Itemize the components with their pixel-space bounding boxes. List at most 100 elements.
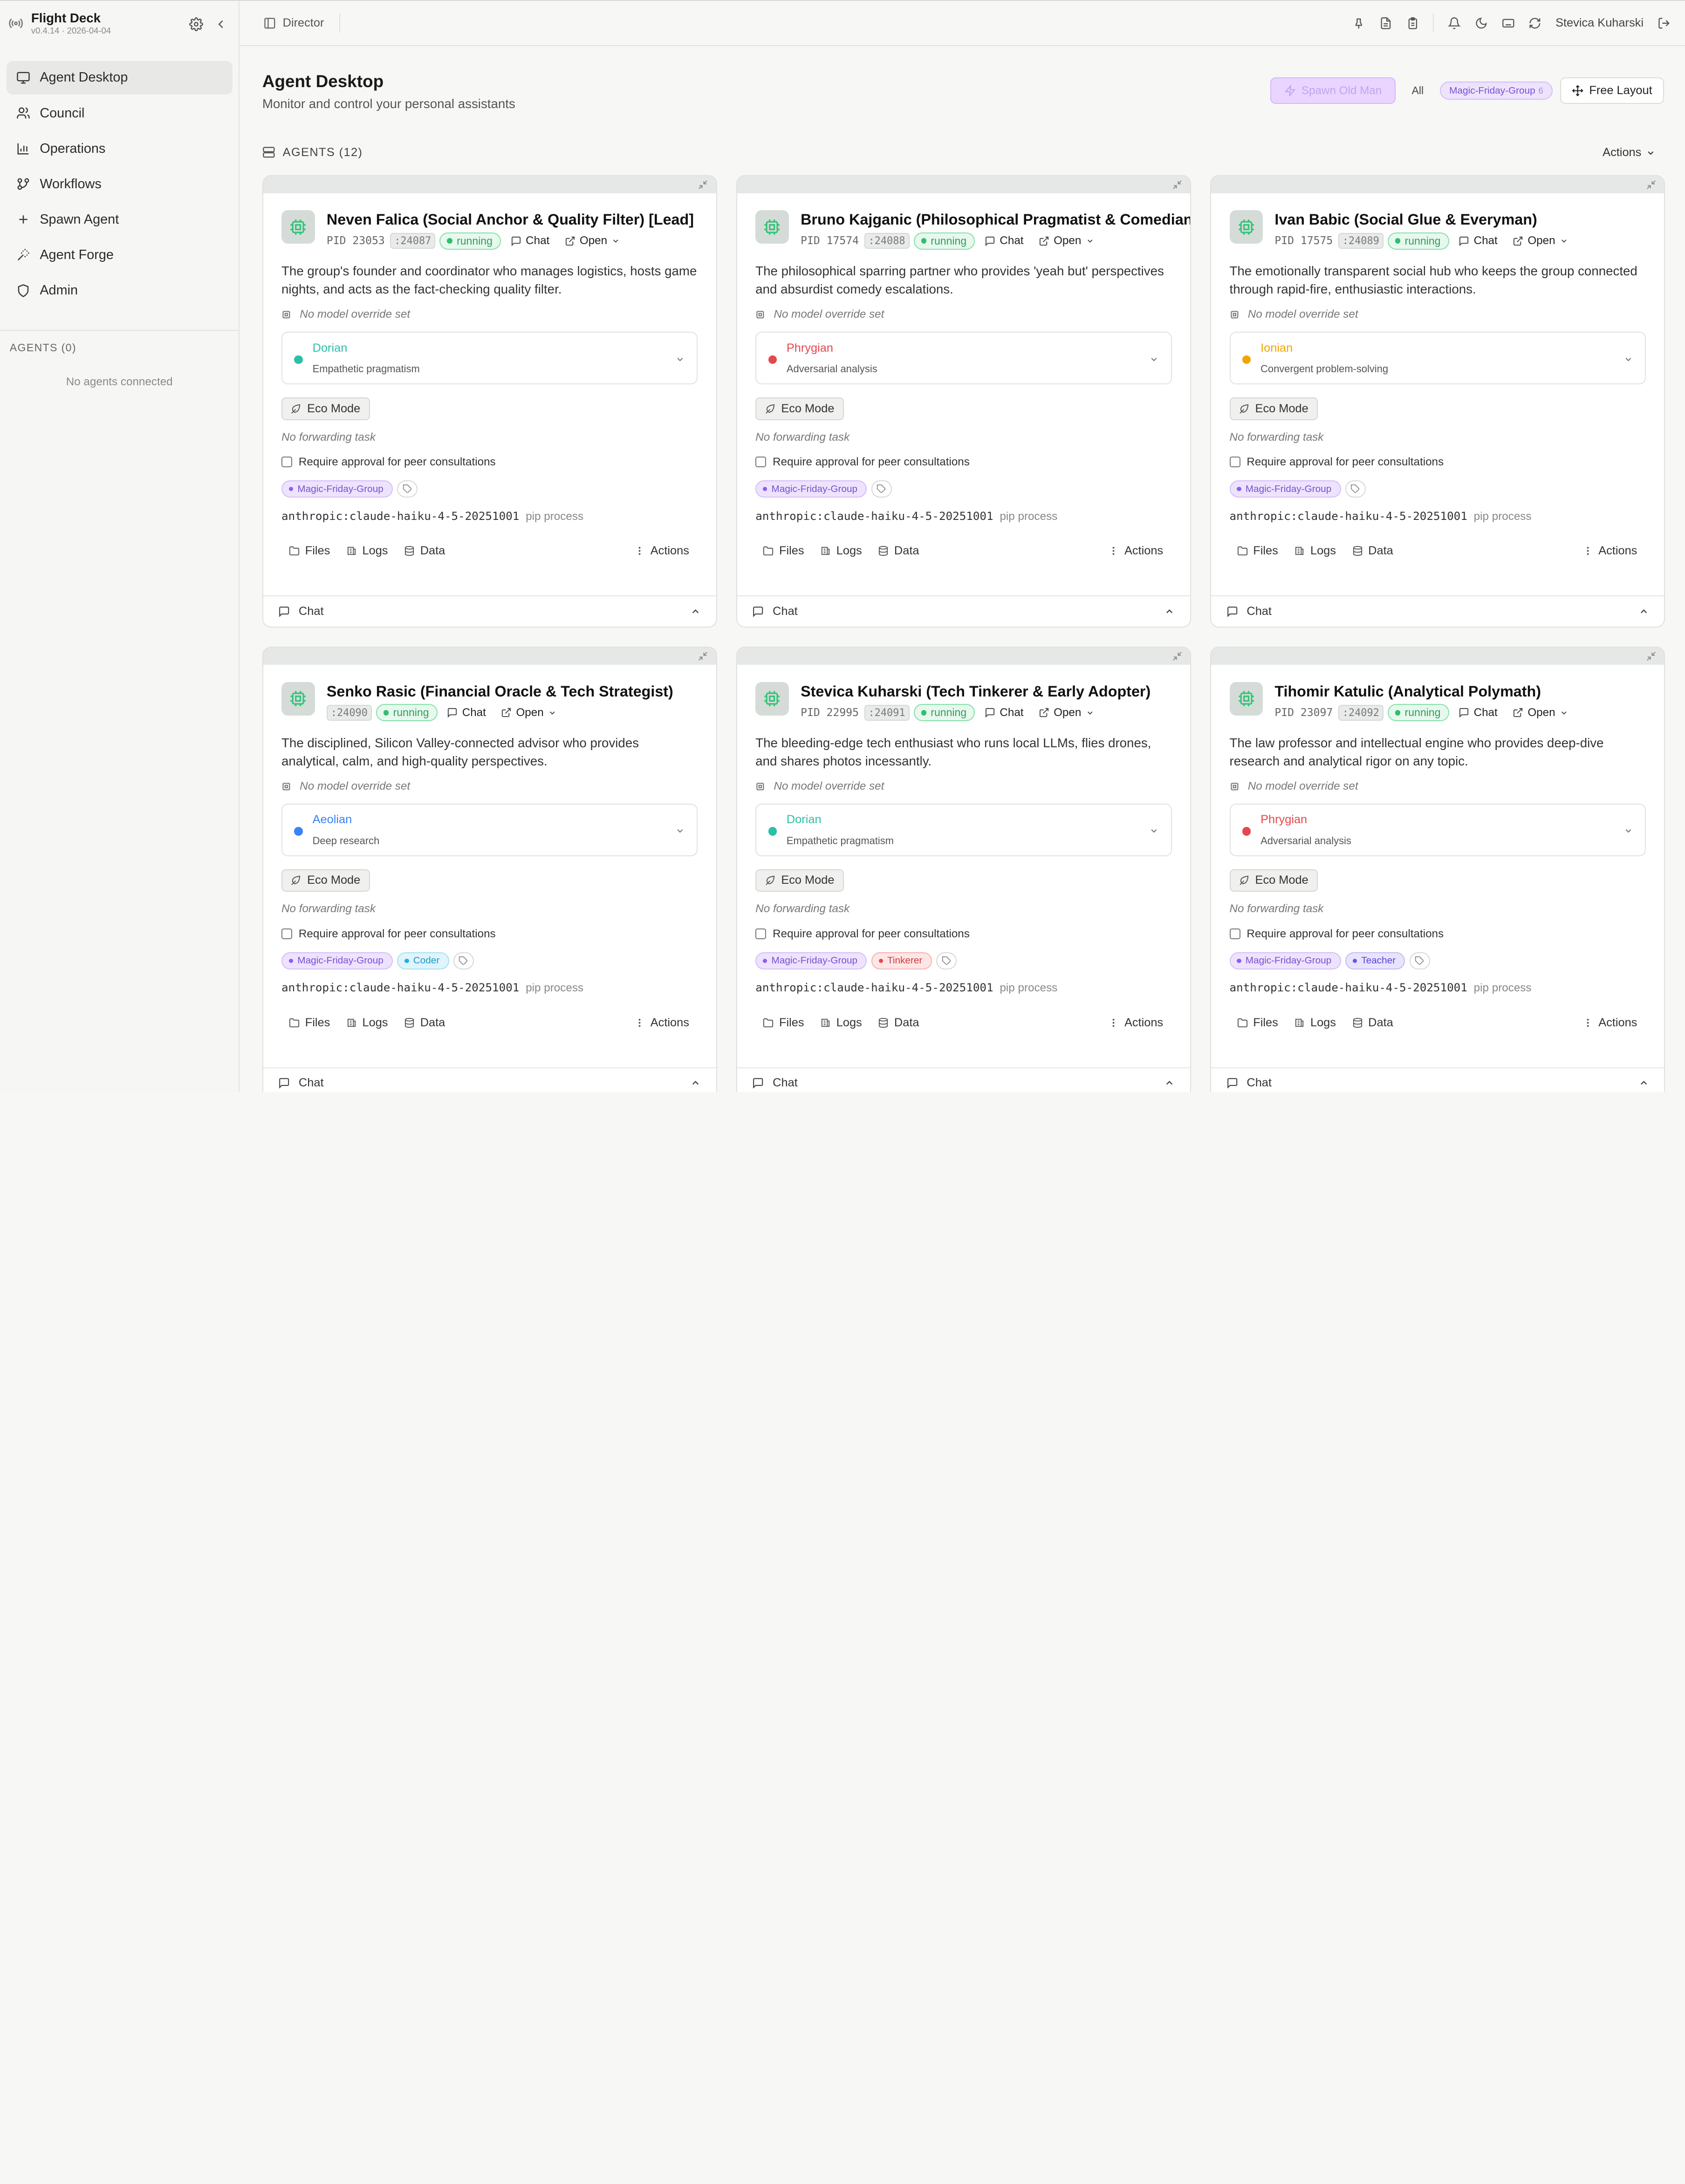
eco-mode-button[interactable]: Eco Mode [281, 869, 370, 892]
chat-panel-toggle[interactable]: Chat [1211, 595, 1664, 627]
data-button[interactable]: Data [1352, 1016, 1393, 1030]
chat-button[interactable]: Chat [511, 234, 549, 247]
mode-select[interactable]: Dorian Empathetic pragmatism [755, 804, 1172, 857]
gear-icon[interactable] [189, 17, 204, 31]
checkbox[interactable] [281, 928, 293, 940]
approval-checkbox[interactable]: Require approval for peer consultations [1229, 456, 1646, 469]
logs-button[interactable]: Logs [346, 544, 388, 558]
minimize-icon[interactable] [698, 179, 708, 190]
eco-mode-button[interactable]: Eco Mode [281, 397, 370, 420]
add-tag-button[interactable] [397, 480, 418, 498]
breadcrumb[interactable]: Director [263, 13, 340, 33]
card-actions-button[interactable]: Actions [1108, 544, 1163, 558]
logs-button[interactable]: Logs [820, 1016, 862, 1030]
approval-checkbox[interactable]: Require approval for peer consultations [281, 456, 698, 469]
sidebar-item-operations[interactable]: Operations [7, 132, 233, 165]
spawn-old-man-button[interactable]: Spawn Old Man [1270, 77, 1396, 104]
minimize-icon[interactable] [1646, 179, 1657, 190]
mode-select[interactable]: Ionian Convergent problem-solving [1229, 332, 1646, 385]
chat-panel-toggle[interactable]: Chat [263, 1067, 716, 1092]
mode-select[interactable]: Dorian Empathetic pragmatism [281, 332, 698, 385]
card-drag-handle[interactable] [1211, 648, 1664, 665]
chat-button[interactable]: Chat [985, 706, 1024, 719]
card-actions-button[interactable]: Actions [634, 1016, 689, 1030]
logs-button[interactable]: Logs [1294, 544, 1336, 558]
chat-button[interactable]: Chat [1459, 706, 1498, 719]
data-button[interactable]: Data [404, 1016, 445, 1030]
mode-select[interactable]: Phrygian Adversarial analysis [1229, 804, 1646, 857]
card-drag-handle[interactable] [737, 176, 1190, 193]
card-actions-button[interactable]: Actions [634, 544, 689, 558]
card-drag-handle[interactable] [737, 648, 1190, 665]
minimize-icon[interactable] [1172, 179, 1183, 190]
tag-group[interactable]: Magic-Friday-Group [1229, 480, 1341, 498]
open-button[interactable]: Open [1039, 234, 1094, 247]
sidebar-item-workflows[interactable]: Workflows [7, 167, 233, 201]
files-button[interactable]: Files [289, 1016, 330, 1030]
open-button[interactable]: Open [1039, 706, 1094, 719]
files-button[interactable]: Files [1237, 544, 1278, 558]
tag-group[interactable]: Magic-Friday-Group [755, 480, 867, 498]
minimize-icon[interactable] [698, 651, 708, 662]
chat-button[interactable]: Chat [985, 234, 1024, 247]
card-drag-handle[interactable] [1211, 176, 1664, 193]
open-button[interactable]: Open [501, 706, 556, 719]
data-button[interactable]: Data [1352, 544, 1393, 558]
add-tag-button[interactable] [453, 952, 474, 969]
chevron-left-icon[interactable] [214, 17, 228, 31]
chat-button[interactable]: Chat [1459, 234, 1498, 247]
approval-checkbox[interactable]: Require approval for peer consultations [1229, 928, 1646, 941]
approval-checkbox[interactable]: Require approval for peer consultations [755, 456, 1171, 469]
tag-group[interactable]: Magic-Friday-Group [755, 952, 867, 969]
sidebar-item-admin[interactable]: Admin [7, 274, 233, 307]
logs-button[interactable]: Logs [1294, 1016, 1336, 1030]
user-name[interactable]: Stevica Kuharski [1555, 16, 1644, 30]
group-filter-chip[interactable]: Magic-Friday-Group 6 [1439, 81, 1553, 100]
agents-actions-menu[interactable]: Actions [1603, 146, 1655, 159]
card-actions-button[interactable]: Actions [1108, 1016, 1163, 1030]
add-tag-button[interactable] [936, 952, 957, 969]
card-actions-button[interactable]: Actions [1582, 1016, 1637, 1030]
minimize-icon[interactable] [1172, 651, 1183, 662]
keyboard-icon[interactable] [1502, 17, 1515, 30]
checkbox[interactable] [755, 928, 767, 940]
chat-panel-toggle[interactable]: Chat [737, 595, 1190, 627]
card-drag-handle[interactable] [263, 648, 716, 665]
files-button[interactable]: Files [289, 544, 330, 558]
moon-icon[interactable] [1475, 17, 1488, 30]
tag-group[interactable]: Magic-Friday-Group [281, 480, 393, 498]
eco-mode-button[interactable]: Eco Mode [755, 397, 844, 420]
approval-checkbox[interactable]: Require approval for peer consultations [755, 928, 1171, 941]
open-button[interactable]: Open [1513, 234, 1568, 247]
open-button[interactable]: Open [565, 234, 620, 247]
card-actions-button[interactable]: Actions [1582, 544, 1637, 558]
chat-button[interactable]: Chat [447, 706, 486, 719]
open-button[interactable]: Open [1513, 706, 1568, 719]
bell-icon[interactable] [1448, 17, 1461, 30]
files-button[interactable]: Files [763, 1016, 804, 1030]
sidebar-item-council[interactable]: Council [7, 96, 233, 130]
logs-button[interactable]: Logs [346, 1016, 388, 1030]
checkbox[interactable] [1229, 457, 1240, 468]
files-button[interactable]: Files [1237, 1016, 1278, 1030]
eco-mode-button[interactable]: Eco Mode [1229, 869, 1318, 892]
chat-panel-toggle[interactable]: Chat [1211, 1067, 1664, 1092]
files-button[interactable]: Files [763, 544, 804, 558]
checkbox[interactable] [281, 457, 293, 468]
tag-coder[interactable]: Coder [397, 952, 449, 969]
mode-select[interactable]: Aeolian Deep research [281, 804, 698, 857]
add-tag-button[interactable] [1345, 480, 1366, 498]
chat-panel-toggle[interactable]: Chat [737, 1067, 1190, 1092]
filter-all[interactable]: All [1403, 84, 1432, 97]
mode-select[interactable]: Phrygian Adversarial analysis [755, 332, 1172, 385]
logout-icon[interactable] [1658, 17, 1671, 30]
sidebar-item-agent-forge[interactable]: Agent Forge [7, 239, 233, 272]
sidebar-item-spawn-agent[interactable]: Spawn Agent [7, 203, 233, 237]
tag-teacher[interactable]: Teacher [1345, 952, 1405, 969]
data-button[interactable]: Data [404, 544, 445, 558]
eco-mode-button[interactable]: Eco Mode [755, 869, 844, 892]
checkbox[interactable] [755, 457, 767, 468]
approval-checkbox[interactable]: Require approval for peer consultations [281, 928, 698, 941]
checkbox[interactable] [1229, 928, 1240, 940]
data-button[interactable]: Data [878, 544, 919, 558]
